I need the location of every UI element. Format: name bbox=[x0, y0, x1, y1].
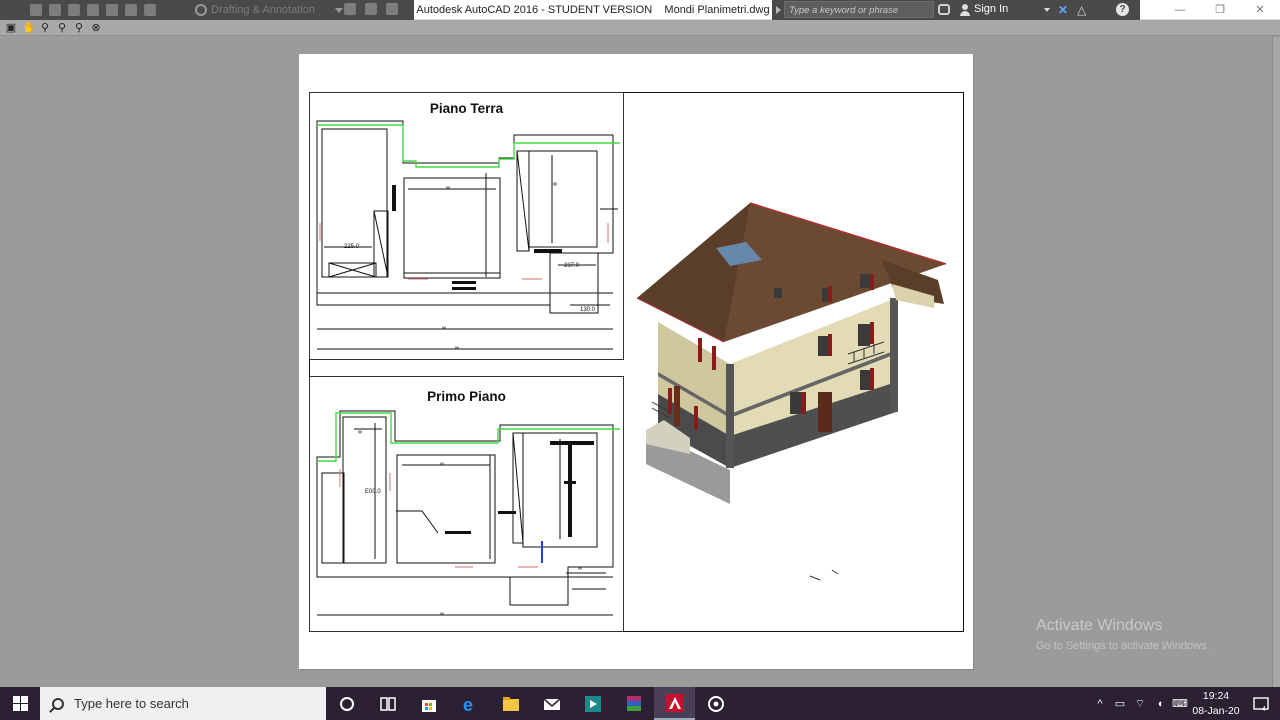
user-icon[interactable] bbox=[960, 4, 970, 16]
help-icon[interactable]: ? bbox=[1116, 3, 1129, 16]
window-controls: — ❐ ✕ bbox=[1160, 0, 1280, 20]
dim-label: 237.0 bbox=[564, 263, 580, 269]
network-icon[interactable]: ⌔ bbox=[1130, 687, 1150, 720]
chevron-down-icon bbox=[335, 7, 343, 13]
dim-label: 130.0 bbox=[580, 307, 596, 313]
svg-text:ᴵᴵᴵᴵ: ᴵᴵᴵᴵ bbox=[440, 462, 444, 469]
task-view-icon[interactable] bbox=[367, 687, 408, 720]
mail-icon[interactable] bbox=[531, 687, 572, 720]
a360-icon[interactable]: △ bbox=[1077, 3, 1086, 17]
edge-browser-icon[interactable]: e bbox=[449, 687, 490, 720]
media-app-icon[interactable] bbox=[572, 687, 613, 720]
volume-icon[interactable]: ◖ bbox=[1150, 687, 1170, 720]
svg-text:ᴵᴵᴵᴵ: ᴵᴵᴵᴵ bbox=[440, 612, 444, 619]
svg-text:ᴵᴵᴵᴵ: ᴵᴵᴵᴵ bbox=[358, 430, 362, 437]
dim-label: 225.0 bbox=[344, 244, 360, 250]
ground-floor-plan: 225.0 237.0 130.0 ᴵᴵᴵᴵ ᴵᴵᴵᴵ ᴵᴵᴵᴵ ᴵᴵᴵᴵ bbox=[316, 120, 620, 353]
minimize-icon[interactable]: — bbox=[1160, 0, 1200, 20]
winrar-icon[interactable] bbox=[613, 687, 654, 720]
print-icon[interactable]: ▣ bbox=[5, 22, 17, 34]
music-app-icon[interactable] bbox=[695, 687, 736, 720]
exchange-apps-icon[interactable]: ✕ bbox=[1058, 3, 1068, 17]
zoom-original-icon[interactable]: ⚲ bbox=[73, 22, 85, 34]
gear-icon bbox=[195, 4, 207, 16]
svg-text:ᴵᴵᴵᴵ: ᴵᴵᴵᴵ bbox=[553, 182, 557, 189]
workspace-switcher[interactable]: Drafting & Annotation bbox=[195, 2, 343, 18]
close-preview-icon[interactable]: ⊗ bbox=[90, 22, 102, 34]
zoom-window-icon[interactable]: ⚲ bbox=[56, 22, 68, 34]
svg-text:ᴵᴵᴵᴵ: ᴵᴵᴵᴵ bbox=[442, 326, 446, 333]
preview-toolbar: ▣ ✋ ⚲ ⚲ ⚲ ⊗ bbox=[0, 20, 1280, 36]
match-icon[interactable] bbox=[365, 3, 377, 15]
plot-preview-sheet: Piano Terra 225.0 237.0 130.0 ᴵᴵᴵᴵ ᴵᴵᴵᴵ … bbox=[299, 54, 973, 669]
cortana-icon[interactable] bbox=[326, 687, 367, 720]
binoculars-icon[interactable] bbox=[938, 4, 950, 15]
start-button[interactable] bbox=[0, 687, 40, 720]
zoom-icon[interactable]: ⚲ bbox=[39, 22, 51, 34]
redo-icon[interactable] bbox=[144, 4, 156, 16]
system-tray: ^ ▭ ⌔ ◖ ⌨ 19:24 08-Jan-20 4 bbox=[1090, 687, 1280, 720]
open-file-icon[interactable] bbox=[49, 4, 61, 16]
ground-floor-panel: Piano Terra 225.0 237.0 130.0 ᴵᴵᴵᴵ ᴵᴵᴵᴵ … bbox=[309, 92, 624, 360]
taskbar-search-placeholder: Type here to search bbox=[74, 696, 189, 711]
activate-windows-title: Activate Windows bbox=[1036, 617, 1163, 634]
app-title: Autodesk AutoCAD 2016 - STUDENT VERSION … bbox=[416, 4, 770, 16]
title-bar: Drafting & Annotation Autodesk AutoCAD 2… bbox=[0, 0, 1280, 20]
taskbar: Type here to search e ^ ▭ ⌔ ◖ ⌨ 19:24 08… bbox=[0, 687, 1280, 720]
chevron-down-icon[interactable] bbox=[1044, 8, 1050, 12]
svg-text:ᴵᴵᴵᴵ: ᴵᴵᴵᴵ bbox=[578, 566, 582, 573]
show-hidden-icons-icon[interactable]: ^ bbox=[1090, 687, 1110, 720]
pan-icon[interactable]: ✋ bbox=[22, 22, 36, 34]
layer-icon[interactable] bbox=[344, 3, 356, 15]
info-center: Type a keyword or phrase Sign In ✕ △ ? bbox=[772, 0, 1140, 20]
save-as-icon[interactable] bbox=[87, 4, 99, 16]
clock-date: 08-Jan-20 bbox=[1192, 704, 1240, 717]
activate-windows-subtitle: Go to Settings to activate Windows. bbox=[1036, 640, 1210, 652]
notification-count: 4 bbox=[1262, 706, 1266, 712]
expand-arrow-icon[interactable] bbox=[776, 6, 781, 14]
close-icon[interactable]: ✕ bbox=[1240, 0, 1280, 20]
store-icon[interactable] bbox=[408, 687, 449, 720]
svg-text:ᴵᴵᴵᴵ: ᴵᴵᴵᴵ bbox=[455, 346, 459, 353]
first-floor-plan: E00.0 ᴵᴵᴵᴵ ᴵᴵᴵᴵ ᴵᴵᴵᴵ ᴵᴵᴵᴵ bbox=[316, 410, 620, 619]
battery-icon[interactable]: ▭ bbox=[1110, 687, 1130, 720]
vertical-scrollbar[interactable] bbox=[1272, 37, 1280, 687]
keyboard-icon[interactable]: ⌨ bbox=[1170, 687, 1190, 720]
save-icon[interactable] bbox=[68, 4, 80, 16]
undo-icon[interactable] bbox=[125, 4, 137, 16]
share-icon[interactable] bbox=[386, 3, 398, 15]
house-3d-view bbox=[636, 202, 947, 581]
plot-icon[interactable] bbox=[106, 4, 118, 16]
dim-label: E00.0 bbox=[365, 489, 381, 495]
restore-icon[interactable]: ❐ bbox=[1200, 0, 1240, 20]
taskbar-search-box[interactable]: Type here to search bbox=[40, 687, 326, 720]
new-file-icon[interactable] bbox=[30, 4, 42, 16]
sign-in-link[interactable]: Sign In bbox=[974, 3, 1008, 15]
windows-logo-icon bbox=[12, 696, 28, 711]
search-icon bbox=[52, 697, 64, 710]
workspace-label: Drafting & Annotation bbox=[211, 4, 315, 16]
svg-text:e: e bbox=[463, 695, 473, 713]
clock-time: 19:24 bbox=[1202, 689, 1230, 702]
svg-text:ᴵᴵᴵᴵ: ᴵᴵᴵᴵ bbox=[446, 186, 450, 193]
first-floor-panel: Primo Piano E00.0 ᴵᴵᴵᴵ ᴵᴵᴵᴵ ᴵᴵᴵᴵ ᴵᴵᴵᴵ bbox=[309, 376, 624, 632]
action-center-icon[interactable]: 4 bbox=[1242, 696, 1280, 712]
quick-access-extra bbox=[344, 3, 407, 15]
autocad-icon[interactable] bbox=[654, 687, 695, 720]
file-explorer-icon[interactable] bbox=[490, 687, 531, 720]
clock[interactable]: 19:24 08-Jan-20 bbox=[1190, 689, 1242, 719]
help-search-input[interactable]: Type a keyword or phrase bbox=[784, 1, 934, 18]
